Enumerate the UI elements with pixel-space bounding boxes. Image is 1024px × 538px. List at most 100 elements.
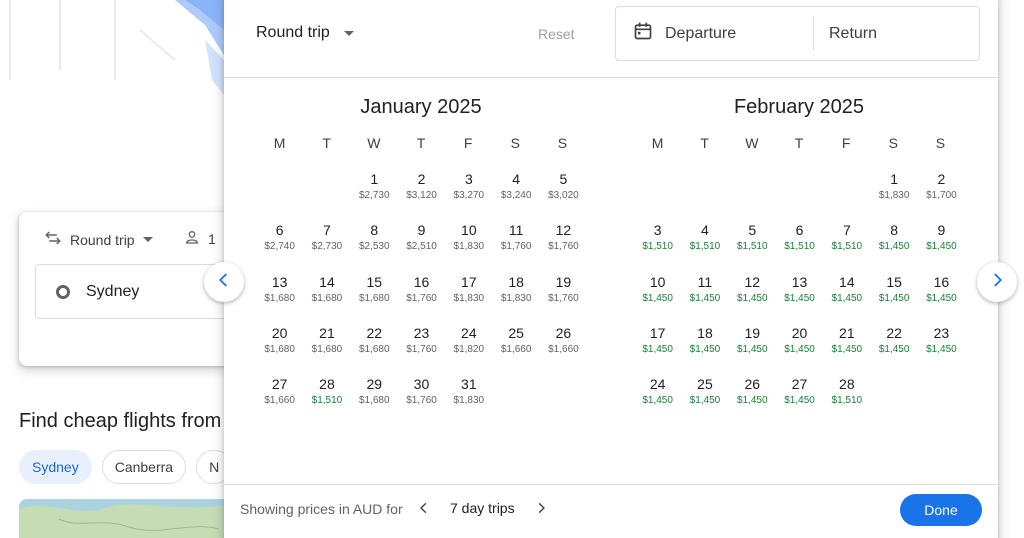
calendar-day[interactable]: 17 $1,830	[445, 271, 492, 322]
day-number: 27	[791, 376, 808, 393]
calendar-day[interactable]: 15 $1,450	[870, 271, 917, 322]
empty-day-cell	[681, 168, 728, 219]
calendar-day[interactable]: 31 $1,830	[445, 373, 492, 424]
calendar-day[interactable]: 20 $1,450	[776, 322, 823, 373]
calendar-day[interactable]: 20 $1,680	[256, 322, 303, 373]
weekday-label: M	[273, 135, 286, 151]
chip-canberra[interactable]: Canberra	[101, 450, 187, 484]
calendar-day[interactable]: 10 $1,450	[634, 271, 681, 322]
calendar-day[interactable]: 30 $1,760	[398, 373, 445, 424]
calendar-day[interactable]: 9 $1,450	[918, 219, 965, 270]
day-number: 3	[653, 222, 662, 239]
calendar-day[interactable]: 26 $1,450	[729, 373, 776, 424]
calendar-day[interactable]: 22 $1,450	[870, 322, 917, 373]
chevron-left-icon[interactable]	[412, 496, 436, 520]
calendar-day[interactable]: 28 $1,510	[303, 373, 350, 424]
calendar-day[interactable]: 2 $3,120	[398, 168, 445, 219]
departure-field[interactable]: Departure	[633, 7, 736, 60]
calendar-day[interactable]: 18 $1,450	[681, 322, 728, 373]
calendar-day[interactable]: 19 $1,450	[729, 322, 776, 373]
calendar-day[interactable]: 25 $1,660	[492, 322, 539, 373]
calendar-day[interactable]: 15 $1,680	[351, 271, 398, 322]
dialog-trip-type-label: Round trip	[256, 24, 330, 41]
calendar-day[interactable]: 7 $2,730	[303, 219, 350, 270]
reset-button[interactable]: Reset	[538, 26, 575, 42]
calendar-day[interactable]: 16 $1,760	[398, 271, 445, 322]
calendar-day[interactable]: 8 $2,530	[351, 219, 398, 270]
day-price: $1,450	[736, 343, 768, 355]
chevron-right-icon[interactable]	[529, 496, 553, 520]
calendar-day[interactable]: 9 $2,510	[398, 219, 445, 270]
calendar-day[interactable]: 4 $3,240	[492, 168, 539, 219]
calendar-day[interactable]: 6 $1,510	[776, 219, 823, 270]
calendar-day[interactable]: 7 $1,510	[823, 219, 870, 270]
day-number: 14	[319, 273, 335, 290]
calendar-day[interactable]: 18 $1,830	[492, 271, 539, 322]
day-price: $1,450	[689, 292, 721, 304]
calendar-day[interactable]: 2 $1,700	[918, 168, 965, 219]
day-number: 7	[323, 222, 331, 239]
calendar-day[interactable]: 11 $1,450	[681, 271, 728, 322]
calendar-day[interactable]: 5 $3,020	[540, 168, 587, 219]
calendar-day[interactable]: 3 $1,510	[634, 219, 681, 270]
calendar-day[interactable]: 16 $1,450	[918, 271, 965, 322]
dialog-trip-type-select[interactable]: Round trip	[256, 24, 354, 42]
calendar-day[interactable]: 13 $1,680	[256, 271, 303, 322]
return-field[interactable]: Return	[829, 7, 877, 60]
chip-sydney[interactable]: Sydney	[19, 450, 92, 484]
caret-down-icon	[343, 30, 354, 36]
day-price: $1,680	[264, 292, 295, 304]
weekday-label: T	[794, 135, 804, 151]
calendar-day[interactable]: 14 $1,450	[823, 271, 870, 322]
day-price: $1,830	[453, 241, 485, 253]
calendar-day[interactable]: 11 $1,760	[492, 219, 539, 270]
calendar-day[interactable]: 27 $1,450	[776, 373, 823, 424]
day-number: 11	[697, 273, 713, 290]
day-price: $1,450	[736, 292, 768, 304]
trip-type-select[interactable]: Round trip	[44, 229, 153, 250]
calendar-day[interactable]: 21 $1,450	[823, 322, 870, 373]
map-preview[interactable]	[19, 499, 234, 538]
calendar-day[interactable]: 28 $1,510	[823, 373, 870, 424]
calendar-day[interactable]: 29 $1,680	[351, 373, 398, 424]
calendar-day[interactable]: 10 $1,830	[445, 219, 492, 270]
day-price: $1,450	[784, 292, 815, 304]
day-number: 20	[271, 324, 288, 341]
calendar-day[interactable]: 4 $1,510	[681, 219, 728, 270]
day-number: 14	[839, 273, 855, 290]
calendar-day[interactable]: 8 $1,450	[870, 219, 917, 270]
calendar-day[interactable]: 23 $1,450	[918, 322, 965, 373]
calendar-day[interactable]: 12 $1,760	[540, 219, 587, 270]
calendar-day[interactable]: 1 $1,830	[870, 168, 917, 219]
calendar-day[interactable]: 19 $1,760	[540, 271, 587, 322]
calendar-day[interactable]: 5 $1,510	[729, 219, 776, 270]
calendar-day[interactable]: 6 $2,740	[256, 219, 303, 270]
done-button[interactable]: Done	[900, 494, 982, 526]
calendar-day[interactable]: 1 $2,730	[351, 168, 398, 219]
day-price: $1,450	[831, 343, 863, 355]
day-number: 21	[839, 324, 855, 341]
calendar-day[interactable]: 17 $1,450	[634, 322, 681, 373]
calendar-day[interactable]: 12 $1,450	[729, 271, 776, 322]
calendar-day[interactable]: 26 $1,660	[540, 322, 587, 373]
day-price: $3,120	[406, 190, 437, 201]
calendar-day[interactable]: 22 $1,680	[351, 322, 398, 373]
day-number: 1	[890, 171, 899, 187]
calendar-day[interactable]: 3 $3,270	[445, 168, 492, 219]
calendar-day[interactable]: 13 $1,450	[776, 271, 823, 322]
calendar-day[interactable]: 24 $1,450	[634, 373, 681, 424]
day-price: $1,700	[926, 190, 957, 201]
next-month-button[interactable]	[977, 262, 1017, 302]
previous-month-button[interactable]	[204, 262, 244, 302]
weekday-header: M T W T F S S	[634, 135, 964, 151]
calendar-day[interactable]: 21 $1,680	[303, 322, 350, 373]
day-number: 18	[697, 324, 713, 341]
calendar-day[interactable]: 14 $1,680	[303, 271, 350, 322]
calendar-day[interactable]: 27 $1,660	[256, 373, 303, 424]
calendar-day[interactable]: 24 $1,820	[445, 322, 492, 373]
passenger-select[interactable]: 1	[184, 229, 216, 248]
calendar-day[interactable]: 23 $1,760	[398, 322, 445, 373]
calendar-day[interactable]: 25 $1,450	[681, 373, 728, 424]
swap-arrows-icon	[44, 229, 62, 250]
day-number: 6	[275, 222, 284, 239]
